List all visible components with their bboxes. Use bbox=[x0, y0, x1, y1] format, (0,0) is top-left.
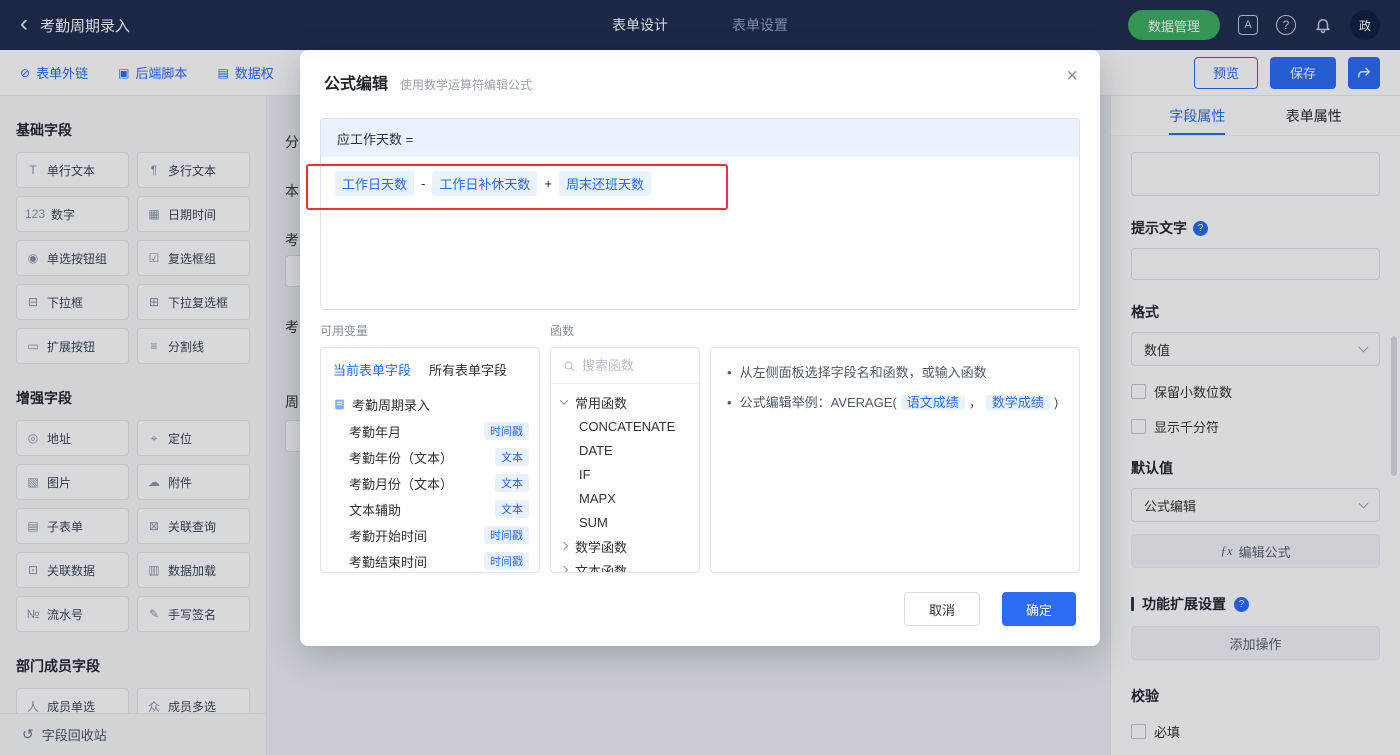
search-icon bbox=[564, 361, 574, 371]
function-group-collapsed[interactable]: 数学函数 bbox=[551, 534, 699, 558]
document-icon bbox=[335, 399, 344, 410]
variable-type-badge: 文本 bbox=[495, 500, 529, 518]
variables-root-label: 考勤周期录入 bbox=[352, 398, 431, 413]
function-item[interactable]: IF bbox=[551, 462, 699, 486]
bullet-icon: • bbox=[727, 365, 732, 380]
variable-field-name: 考勤结束时间 bbox=[349, 554, 428, 570]
variables-tabs: 当前表单字段 所有表单字段 bbox=[321, 348, 539, 389]
function-item[interactable]: MAPX bbox=[551, 486, 699, 510]
function-item[interactable]: SUM bbox=[551, 510, 699, 534]
caret-right-icon bbox=[559, 565, 569, 572]
function-group-label: 常用函数 bbox=[575, 395, 628, 411]
cancel-button[interactable]: 取消 bbox=[903, 592, 980, 626]
formula-field-chip[interactable]: 工作日补休天数 bbox=[432, 171, 538, 196]
variable-field-row[interactable]: 考勤开始时间 时间戳 bbox=[321, 522, 539, 548]
formula-expression: 工作日天数 - 工作日补休天数 + 周末还班天数 bbox=[335, 171, 651, 196]
variable-type-badge: 文本 bbox=[495, 474, 529, 492]
app: ‹ 考勤周期录入 表单设计 表单设置 数据管理 A ? 政 ⊘ 表单外链 ▣ 后… bbox=[0, 0, 1400, 755]
formula-field-chip[interactable]: 工作日天数 bbox=[335, 171, 415, 196]
function-group-label: 文本函数 bbox=[575, 563, 628, 573]
tab-current-form-fields[interactable]: 当前表单字段 bbox=[333, 360, 411, 379]
variable-field-name: 考勤开始时间 bbox=[349, 528, 428, 544]
variable-type-badge: 时间戳 bbox=[484, 552, 529, 570]
formula-help-panel: • 从左侧面板选择字段名和函数，或输入函数 • 公式编辑举例：AVERAGE(语… bbox=[710, 347, 1080, 573]
formula-editor-box: 应工作天数 = 工作日天数 - 工作日补休天数 + 周末还班天数 bbox=[320, 118, 1080, 310]
variable-type-badge: 时间戳 bbox=[484, 526, 529, 544]
confirm-button[interactable]: 确定 bbox=[1001, 592, 1076, 626]
functions-panel: 常用函数 CONCATENATEDATEIFMAPXSUM 数学函数文本函数 bbox=[550, 347, 700, 573]
help-text: 从左侧面板选择字段名和函数，或输入函数 bbox=[739, 365, 987, 380]
caret-down-icon bbox=[559, 396, 569, 405]
function-search bbox=[551, 348, 699, 384]
function-group-expanded[interactable]: 常用函数 bbox=[551, 390, 699, 414]
caret-right-icon bbox=[559, 541, 569, 551]
variable-field-row[interactable]: 考勤结束时间 时间戳 bbox=[321, 548, 539, 572]
variables-root-node[interactable]: 考勤周期录入 bbox=[321, 389, 539, 418]
function-group-label: 数学函数 bbox=[575, 539, 628, 555]
help-example-suffix: ) bbox=[1053, 395, 1059, 410]
example-field-chip: 语文成绩 bbox=[900, 395, 965, 410]
variables-panel: 当前表单字段 所有表单字段 考勤周期录入 考勤年月 时间戳 考勤年份（文本） 文本 考勤… bbox=[320, 347, 540, 573]
variable-field-row[interactable]: 考勤年份（文本） 文本 bbox=[321, 444, 539, 470]
help-line-1: • 从左侧面板选择字段名和函数，或输入函数 bbox=[727, 362, 1063, 384]
dialog-subtitle: 使用数学运算符编辑公式 bbox=[400, 78, 533, 92]
dialog-title: 公式编辑 bbox=[324, 76, 389, 93]
formula-target: 应工作天数 = bbox=[321, 119, 1079, 157]
function-group-collapsed[interactable]: 文本函数 bbox=[551, 558, 699, 572]
column-labels: 可用变量 函数 bbox=[320, 322, 1080, 339]
close-icon[interactable]: × bbox=[1066, 66, 1078, 86]
formula-input-area[interactable]: 工作日天数 - 工作日补休天数 + 周末还班天数 bbox=[321, 157, 1079, 309]
function-tree: 常用函数 CONCATENATE DATE IF MAPX SUM 数学函数文本函数 bbox=[551, 384, 699, 572]
dialog-header: 公式编辑 使用数学运算符编辑公式 bbox=[300, 50, 1100, 94]
help-line-2: • 公式编辑举例：AVERAGE(语文成绩，数学成绩) bbox=[727, 392, 1063, 414]
variable-type-badge: 时间戳 bbox=[484, 422, 529, 440]
variable-type-badge: 文本 bbox=[495, 448, 529, 466]
function-item[interactable]: CONCATENATE bbox=[551, 414, 699, 438]
variables-label: 可用变量 bbox=[320, 324, 369, 338]
variable-field-name: 考勤年月 bbox=[349, 424, 402, 440]
variable-field-row[interactable]: 考勤年月 时间戳 bbox=[321, 418, 539, 444]
formula-operator: + bbox=[544, 176, 552, 191]
function-item[interactable]: DATE bbox=[551, 438, 699, 462]
functions-label: 函数 bbox=[550, 324, 575, 338]
variable-field-row[interactable]: 文本辅助 文本 bbox=[321, 496, 539, 522]
variable-field-name: 考勤月份（文本） bbox=[349, 476, 454, 492]
help-example-prefix: 公式编辑举例：AVERAGE( bbox=[739, 395, 897, 410]
function-search-input[interactable] bbox=[581, 358, 687, 373]
help-example: 公式编辑举例：AVERAGE(语文成绩，数学成绩) bbox=[739, 392, 1059, 414]
variable-field-name: 考勤年份（文本） bbox=[349, 450, 454, 466]
help-example-separator: ， bbox=[968, 395, 982, 410]
formula-editor-dialog: 公式编辑 使用数学运算符编辑公式 × 应工作天数 = 工作日天数 - 工作日补休天数… bbox=[300, 50, 1100, 646]
variable-field-name: 文本辅助 bbox=[349, 502, 402, 518]
example-field-chip: 数学成绩 bbox=[985, 395, 1050, 410]
formula-operator: - bbox=[421, 176, 426, 191]
variable-field-row[interactable]: 考勤月份（文本） 文本 bbox=[321, 470, 539, 496]
picker-columns: 当前表单字段 所有表单字段 考勤周期录入 考勤年月 时间戳 考勤年份（文本） 文本 考勤… bbox=[320, 347, 1080, 573]
tab-all-form-fields[interactable]: 所有表单字段 bbox=[429, 360, 507, 379]
variable-field-list: 考勤年月 时间戳 考勤年份（文本） 文本 考勤月份（文本） 文本 文本辅助 文本 考勤开始时间时… bbox=[321, 418, 539, 572]
bullet-icon: • bbox=[727, 395, 732, 410]
formula-field-chip[interactable]: 周末还班天数 bbox=[558, 171, 651, 196]
dialog-footer: 取消 确定 bbox=[903, 592, 1076, 626]
